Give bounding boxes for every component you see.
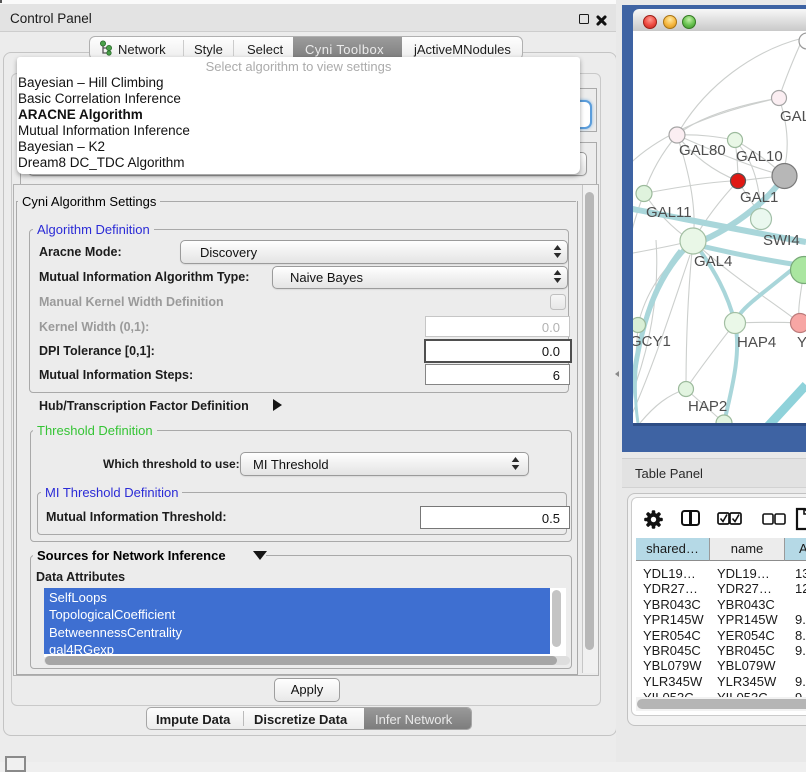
svg-text:Y: Y	[797, 334, 806, 351]
svg-text:GAL10: GAL10	[736, 148, 783, 165]
svg-text:HAP2: HAP2	[688, 398, 727, 415]
svg-text:GAL11: GAL11	[646, 204, 692, 221]
svg-text:GAL4: GAL4	[694, 253, 732, 270]
svg-text:SWI4: SWI4	[763, 232, 800, 249]
svg-text:GAL7: GAL7	[780, 108, 806, 125]
svg-text:GAL1: GAL1	[740, 189, 778, 206]
svg-text:HAP4: HAP4	[737, 334, 776, 351]
svg-text:GAL80: GAL80	[679, 142, 726, 159]
svg-text:GCY1: GCY1	[633, 333, 671, 350]
